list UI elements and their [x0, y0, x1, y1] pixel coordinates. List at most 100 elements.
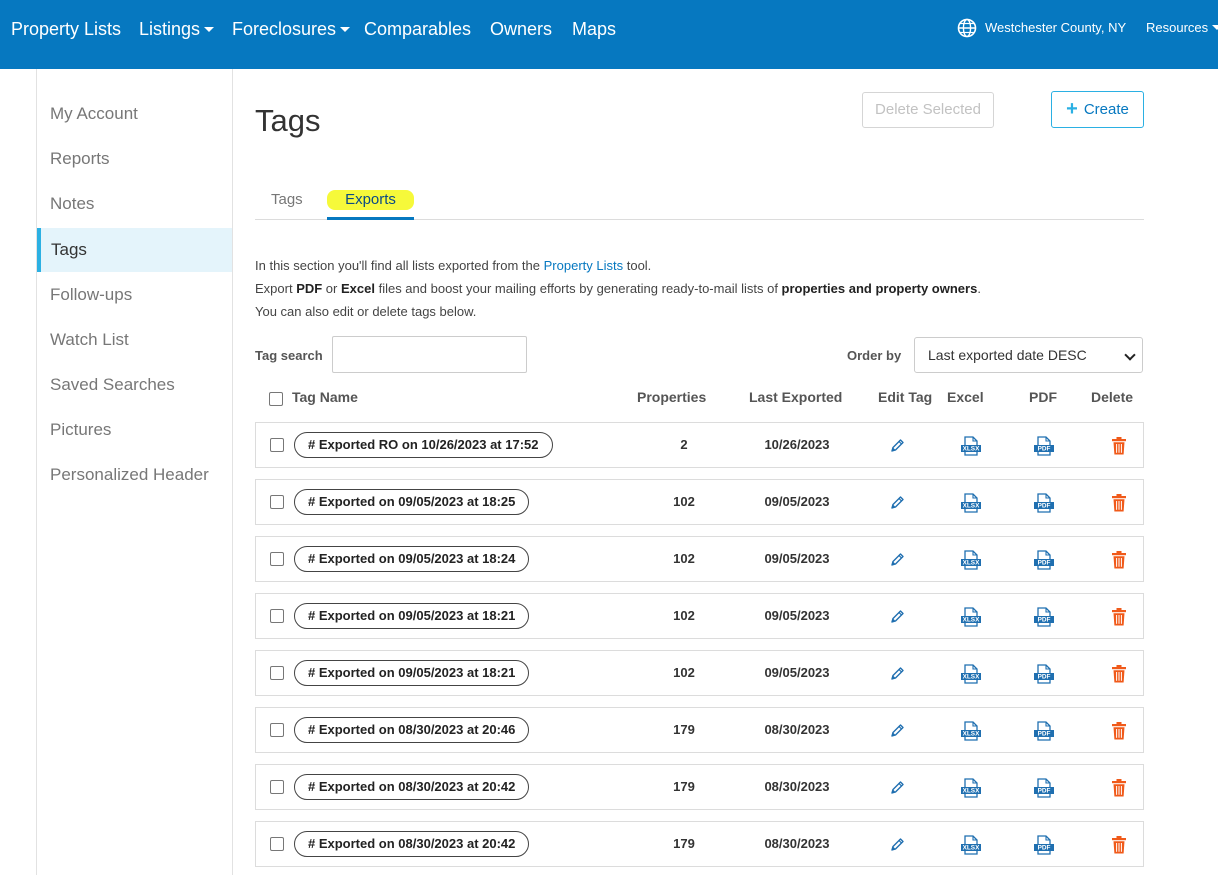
- sidebar-item-follow-ups[interactable]: Follow-ups: [37, 273, 232, 317]
- row-checkbox[interactable]: [270, 666, 284, 680]
- svg-text:XLSX: XLSX: [963, 674, 980, 681]
- tag-search-input[interactable]: [332, 336, 527, 373]
- tag-name-pill[interactable]: # Exported on 09/05/2023 at 18:21: [294, 603, 530, 629]
- column-header-excel: Excel: [947, 389, 984, 405]
- nav-item-comparables[interactable]: Comparables: [364, 17, 471, 41]
- pdf-file-icon[interactable]: PDF: [1033, 777, 1055, 799]
- excel-xlsx-icon[interactable]: XLSX: [960, 606, 982, 628]
- description-text: .: [977, 281, 981, 296]
- properties-count: 179: [673, 722, 695, 737]
- description-line-3: You can also edit or delete tags below.: [255, 304, 477, 319]
- nav-item-foreclosures[interactable]: Foreclosures: [232, 17, 351, 41]
- sidebar-item-my-account[interactable]: My Account: [37, 92, 232, 136]
- tag-name-pill[interactable]: # Exported on 08/30/2023 at 20:42: [294, 831, 530, 857]
- trash-icon[interactable]: [1108, 834, 1130, 856]
- excel-xlsx-icon[interactable]: XLSX: [960, 834, 982, 856]
- order-by-select[interactable]: Last exported date DESC: [914, 337, 1143, 373]
- active-tab-indicator: [327, 217, 414, 220]
- properties-count: 102: [673, 665, 695, 680]
- row-checkbox[interactable]: [270, 609, 284, 623]
- sidebar-item-reports[interactable]: Reports: [37, 137, 232, 181]
- description-line-2: Export PDF or Excel files and boost your…: [255, 280, 981, 298]
- nav-item-listings[interactable]: Listings: [139, 17, 215, 41]
- excel-xlsx-icon[interactable]: XLSX: [960, 435, 982, 457]
- trash-icon[interactable]: [1108, 777, 1130, 799]
- row-checkbox[interactable]: [270, 723, 284, 737]
- sidebar-item-notes[interactable]: Notes: [37, 182, 232, 226]
- pdf-file-icon[interactable]: PDF: [1033, 834, 1055, 856]
- globe-icon[interactable]: [957, 18, 977, 38]
- tag-name-pill[interactable]: # Exported RO on 10/26/2023 at 17:52: [294, 432, 553, 458]
- description-bold: PDF: [296, 281, 323, 296]
- sidebar-item-watch-list[interactable]: Watch List: [37, 318, 232, 362]
- edit-pencil-icon[interactable]: [886, 549, 908, 571]
- edit-pencil-icon[interactable]: [886, 606, 908, 628]
- last-exported-date: 08/30/2023: [764, 836, 830, 851]
- tag-name-pill[interactable]: # Exported on 08/30/2023 at 20:46: [294, 717, 530, 743]
- resources-menu[interactable]: Resources: [1146, 19, 1218, 37]
- delete-selected-button[interactable]: Delete Selected: [862, 92, 994, 128]
- sidebar-item-saved-searches[interactable]: Saved Searches: [37, 363, 232, 407]
- row-checkbox[interactable]: [270, 495, 284, 509]
- edit-pencil-icon[interactable]: [886, 435, 908, 457]
- properties-count: 102: [673, 551, 695, 566]
- excel-xlsx-icon[interactable]: XLSX: [960, 777, 982, 799]
- nav-item-label: Owners: [490, 19, 553, 39]
- properties-count: 102: [673, 608, 695, 623]
- excel-xlsx-icon[interactable]: XLSX: [960, 720, 982, 742]
- svg-text:XLSX: XLSX: [963, 731, 980, 738]
- trash-icon[interactable]: [1108, 720, 1130, 742]
- select-all-checkbox[interactable]: [269, 392, 283, 406]
- pdf-file-icon[interactable]: PDF: [1033, 549, 1055, 571]
- last-exported-date: 09/05/2023: [764, 608, 830, 623]
- svg-text:PDF: PDF: [1038, 845, 1051, 852]
- edit-pencil-icon[interactable]: [886, 834, 908, 856]
- svg-text:XLSX: XLSX: [963, 845, 980, 852]
- tag-name-pill[interactable]: # Exported on 09/05/2023 at 18:25: [294, 489, 530, 515]
- excel-xlsx-icon[interactable]: XLSX: [960, 549, 982, 571]
- pdf-file-icon[interactable]: PDF: [1033, 606, 1055, 628]
- trash-icon[interactable]: [1108, 492, 1130, 514]
- edit-pencil-icon[interactable]: [886, 720, 908, 742]
- pdf-file-icon[interactable]: PDF: [1033, 492, 1055, 514]
- excel-xlsx-icon[interactable]: XLSX: [960, 663, 982, 685]
- trash-icon[interactable]: [1108, 663, 1130, 685]
- description-text: or: [322, 281, 341, 296]
- sidebar-item-pictures[interactable]: Pictures: [37, 408, 232, 452]
- pdf-file-icon[interactable]: PDF: [1033, 435, 1055, 457]
- tab-exports[interactable]: Exports: [327, 190, 414, 210]
- tab-tags[interactable]: Tags: [271, 190, 303, 210]
- pdf-file-icon[interactable]: PDF: [1033, 720, 1055, 742]
- tag-name-pill[interactable]: # Exported on 09/05/2023 at 18:21: [294, 660, 530, 686]
- nav-item-owners[interactable]: Owners: [490, 17, 552, 41]
- trash-icon[interactable]: [1108, 606, 1130, 628]
- properties-count: 179: [673, 836, 695, 851]
- excel-xlsx-icon[interactable]: XLSX: [960, 492, 982, 514]
- edit-pencil-icon[interactable]: [886, 777, 908, 799]
- tag-name-pill[interactable]: # Exported on 08/30/2023 at 20:42: [294, 774, 530, 800]
- svg-text:PDF: PDF: [1038, 674, 1051, 681]
- nav-item-property-lists[interactable]: Property Lists: [11, 17, 121, 41]
- description-bold: properties and property owners: [781, 281, 978, 296]
- row-checkbox[interactable]: [270, 837, 284, 851]
- edit-pencil-icon[interactable]: [886, 663, 908, 685]
- location-selector[interactable]: Westchester County, NY: [985, 19, 1126, 37]
- sidebar-item-personalized-header[interactable]: Personalized Header: [37, 453, 232, 497]
- pdf-file-icon[interactable]: PDF: [1033, 663, 1055, 685]
- property-lists-link[interactable]: Property Lists: [544, 258, 623, 273]
- nav-item-label: Maps: [572, 19, 617, 39]
- trash-icon[interactable]: [1108, 549, 1130, 571]
- row-checkbox[interactable]: [270, 438, 284, 452]
- edit-pencil-icon[interactable]: [886, 492, 908, 514]
- create-button-label: Create: [1083, 101, 1129, 118]
- trash-icon[interactable]: [1108, 435, 1130, 457]
- table-row: # Exported on 09/05/2023 at 18:25 102 09/0…: [255, 479, 1144, 525]
- svg-text:PDF: PDF: [1038, 788, 1051, 795]
- svg-text:XLSX: XLSX: [963, 788, 980, 795]
- row-checkbox[interactable]: [270, 552, 284, 566]
- row-checkbox[interactable]: [270, 780, 284, 794]
- nav-item-maps[interactable]: Maps: [572, 17, 616, 41]
- sidebar-item-tags[interactable]: Tags: [37, 228, 232, 272]
- create-button[interactable]: + Create: [1051, 91, 1144, 128]
- tag-name-pill[interactable]: # Exported on 09/05/2023 at 18:24: [294, 546, 530, 572]
